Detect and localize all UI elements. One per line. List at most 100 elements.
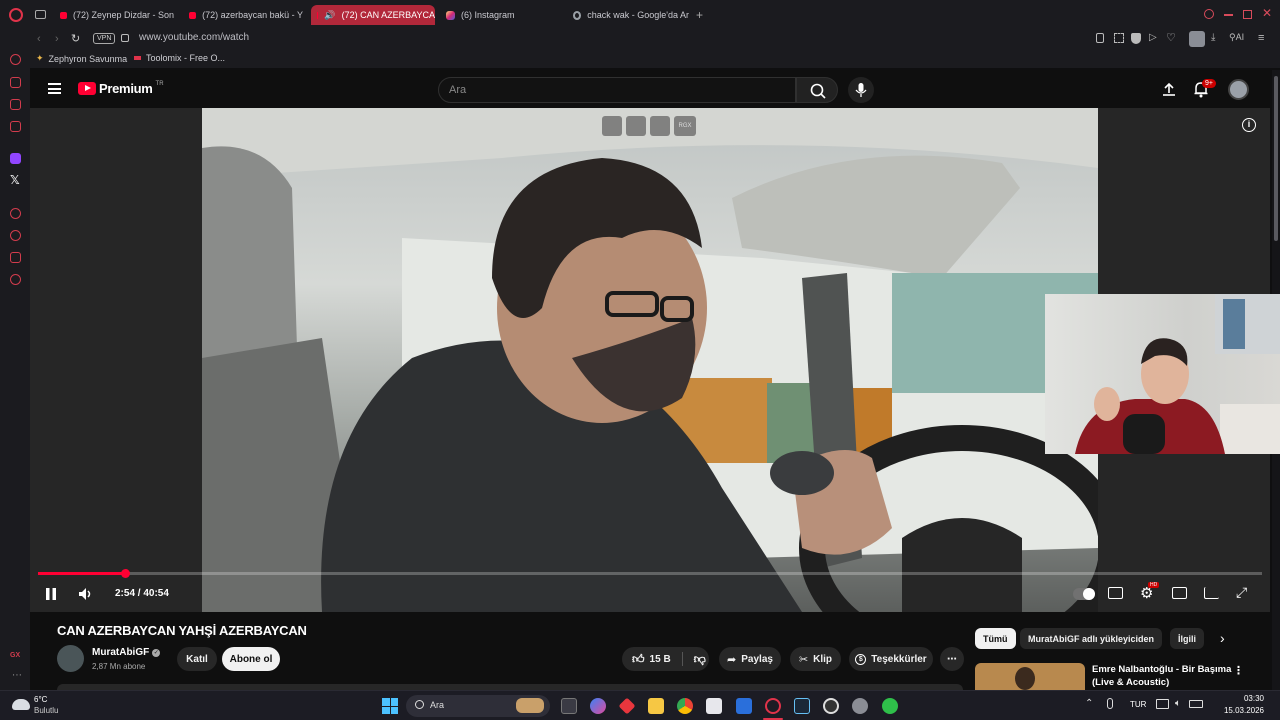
sidebar-history-icon[interactable] bbox=[10, 230, 21, 241]
mail-icon[interactable] bbox=[736, 698, 752, 714]
profile-avatar[interactable] bbox=[1189, 31, 1205, 47]
settings-taskbar-icon[interactable] bbox=[852, 698, 868, 714]
copilot-icon[interactable] bbox=[590, 698, 606, 714]
sidebar-gx-corner-icon[interactable] bbox=[10, 54, 21, 65]
close-icon[interactable]: ✕ bbox=[1262, 6, 1272, 20]
speaker-tray-icon[interactable]: 🔈︎ bbox=[1175, 698, 1181, 709]
back-icon[interactable]: ‹ bbox=[37, 33, 41, 45]
subtitles-icon[interactable] bbox=[1108, 587, 1123, 599]
network-icon[interactable] bbox=[1156, 699, 1169, 709]
chrome-icon[interactable] bbox=[677, 698, 693, 714]
chips-next-icon[interactable]: › bbox=[1220, 630, 1225, 646]
share-button[interactable]: ➦ Paylaş bbox=[719, 647, 781, 671]
new-tab-icon[interactable]: + bbox=[696, 8, 703, 22]
obs-icon[interactable] bbox=[823, 698, 839, 714]
info-icon[interactable]: i bbox=[1242, 118, 1256, 132]
vpn-badge[interactable]: VPN bbox=[93, 33, 116, 44]
upload-button[interactable] bbox=[1161, 81, 1177, 97]
file-explorer-icon[interactable] bbox=[648, 698, 664, 714]
search-tabs-icon[interactable] bbox=[1204, 9, 1214, 19]
search-button[interactable] bbox=[796, 77, 838, 103]
heart-icon[interactable]: ♡ bbox=[1166, 31, 1176, 44]
pause-button[interactable] bbox=[45, 587, 57, 601]
clock-time[interactable]: 03:30 bbox=[1228, 694, 1264, 703]
video-frame[interactable]: RGX bbox=[202, 108, 1098, 612]
sidebar-settings-icon[interactable] bbox=[10, 274, 21, 285]
recommendation-menu-icon[interactable]: ⋮ bbox=[1233, 664, 1244, 677]
overlay-rgx-button[interactable]: RGX bbox=[674, 116, 696, 136]
chip-all[interactable]: Tümü bbox=[975, 628, 1016, 649]
recommendation-thumbnail[interactable] bbox=[975, 663, 1085, 690]
overlay-copy-icon[interactable] bbox=[602, 116, 622, 136]
tray-overflow-icon[interactable]: ⌃ bbox=[1085, 698, 1093, 709]
opera-gx-taskbar-icon[interactable] bbox=[765, 698, 781, 714]
youtube-premium-logo[interactable]: Premium TR bbox=[78, 81, 164, 96]
opera-logo-icon[interactable] bbox=[9, 8, 23, 22]
battery-icon[interactable] bbox=[1189, 700, 1203, 708]
pin-icon[interactable] bbox=[1096, 33, 1104, 43]
aria-ai-button[interactable]: ⚲AI bbox=[1229, 32, 1244, 43]
clip-button[interactable]: ✂ Klip bbox=[790, 647, 841, 671]
maximize-icon[interactable] bbox=[1243, 10, 1252, 19]
bookmark-toolomix[interactable]: Toolomix - Free O... bbox=[134, 53, 225, 63]
lock-icon[interactable] bbox=[121, 34, 129, 42]
snapshot-icon[interactable] bbox=[1114, 33, 1124, 43]
download-icon[interactable]: ⤓ bbox=[1211, 32, 1215, 43]
channel-name[interactable]: MuratAbiGF bbox=[92, 647, 149, 658]
join-button[interactable]: Katıl bbox=[177, 647, 217, 671]
chip-related[interactable]: İlgili bbox=[1170, 628, 1204, 649]
app-red-diamond-icon[interactable] bbox=[618, 697, 636, 715]
like-count[interactable]: 15 B bbox=[650, 654, 671, 665]
tab-can-azerbaycan-active[interactable]: 🔊 (72) CAN AZERBAYCA bbox=[311, 5, 435, 25]
tab-azerbaycan-baku[interactable]: (72) azerbaycan bakü - Y bbox=[183, 5, 303, 25]
sidebar-x-icon[interactable]: 𝕏 bbox=[10, 173, 20, 187]
input-language[interactable]: TUR bbox=[1130, 700, 1146, 709]
channel-avatar[interactable] bbox=[57, 645, 84, 672]
tab-google-search[interactable]: chack wak - Google'da Ar bbox=[567, 5, 689, 25]
sidebar-more-icon[interactable]: ⋯ bbox=[12, 670, 22, 681]
player-icon[interactable]: ▷ bbox=[1149, 32, 1157, 43]
task-view-icon[interactable] bbox=[561, 698, 577, 714]
fullscreen-icon[interactable]: ⤢ bbox=[1236, 584, 1247, 601]
url-field[interactable]: www.youtube.com/watch bbox=[139, 32, 249, 43]
clock-date[interactable]: 15.03.2026 bbox=[1212, 706, 1264, 715]
progress-scrubber[interactable] bbox=[120, 569, 130, 578]
miniplayer-icon[interactable] bbox=[1172, 587, 1187, 599]
shield-icon[interactable] bbox=[1131, 33, 1141, 44]
search-input[interactable]: Ara bbox=[438, 77, 796, 103]
tray-mic-icon[interactable] bbox=[1107, 698, 1113, 709]
tab-zeynep-dizdar[interactable]: (72) Zeynep Dizdar - Son bbox=[54, 5, 174, 25]
thanks-button[interactable]: $ Teşekkürler bbox=[849, 647, 933, 671]
cloud-weather-icon[interactable] bbox=[12, 699, 30, 710]
sidebar-messenger-icon[interactable] bbox=[10, 99, 21, 110]
green-app-icon[interactable] bbox=[882, 698, 898, 714]
overlay-popout-icon[interactable] bbox=[626, 116, 646, 136]
progress-track[interactable] bbox=[38, 569, 1262, 578]
dislike-icon[interactable]: 👎︎ bbox=[694, 652, 706, 667]
taskbar-search-box[interactable]: Ara bbox=[406, 695, 550, 717]
steam-icon[interactable] bbox=[794, 698, 810, 714]
tab-island-icon[interactable] bbox=[35, 10, 46, 19]
subscribe-button[interactable]: Abone ol bbox=[222, 647, 280, 671]
menu-icon[interactable]: ≡ bbox=[1258, 32, 1264, 44]
voice-search-button[interactable] bbox=[848, 77, 874, 103]
chip-from-uploader[interactable]: MuratAbiGF adlı yükleyiciden bbox=[1020, 628, 1163, 649]
windows-start-icon[interactable] bbox=[382, 698, 398, 714]
minimize-icon[interactable] bbox=[1224, 14, 1233, 16]
tab-instagram[interactable]: (6) Instagram bbox=[440, 5, 560, 25]
sidebar-player-icon[interactable] bbox=[10, 208, 21, 219]
reload-icon[interactable]: ↻ bbox=[71, 32, 80, 45]
scrollbar-thumb[interactable] bbox=[1274, 76, 1278, 241]
cast-icon[interactable] bbox=[1204, 587, 1219, 599]
weather-temp[interactable]: 6°C bbox=[34, 695, 47, 704]
more-actions-button[interactable]: ⋯ bbox=[940, 647, 964, 671]
overlay-skip-icon[interactable] bbox=[650, 116, 670, 136]
account-avatar[interactable] bbox=[1228, 79, 1249, 100]
channel-name-row[interactable]: MuratAbiGF ✓ bbox=[92, 647, 161, 658]
sidebar-m-icon[interactable] bbox=[10, 121, 21, 132]
forward-icon[interactable]: › bbox=[55, 33, 59, 45]
recommendation-title[interactable]: Emre Nalbantoğlu - Bir Başıma (Live & Ac… bbox=[1092, 663, 1231, 689]
sidebar-music-icon[interactable] bbox=[10, 77, 21, 88]
bookmark-zephyron[interactable]: ✦ Zephyron Savunma bbox=[36, 53, 127, 64]
like-icon[interactable]: 👍︎ bbox=[632, 652, 645, 667]
